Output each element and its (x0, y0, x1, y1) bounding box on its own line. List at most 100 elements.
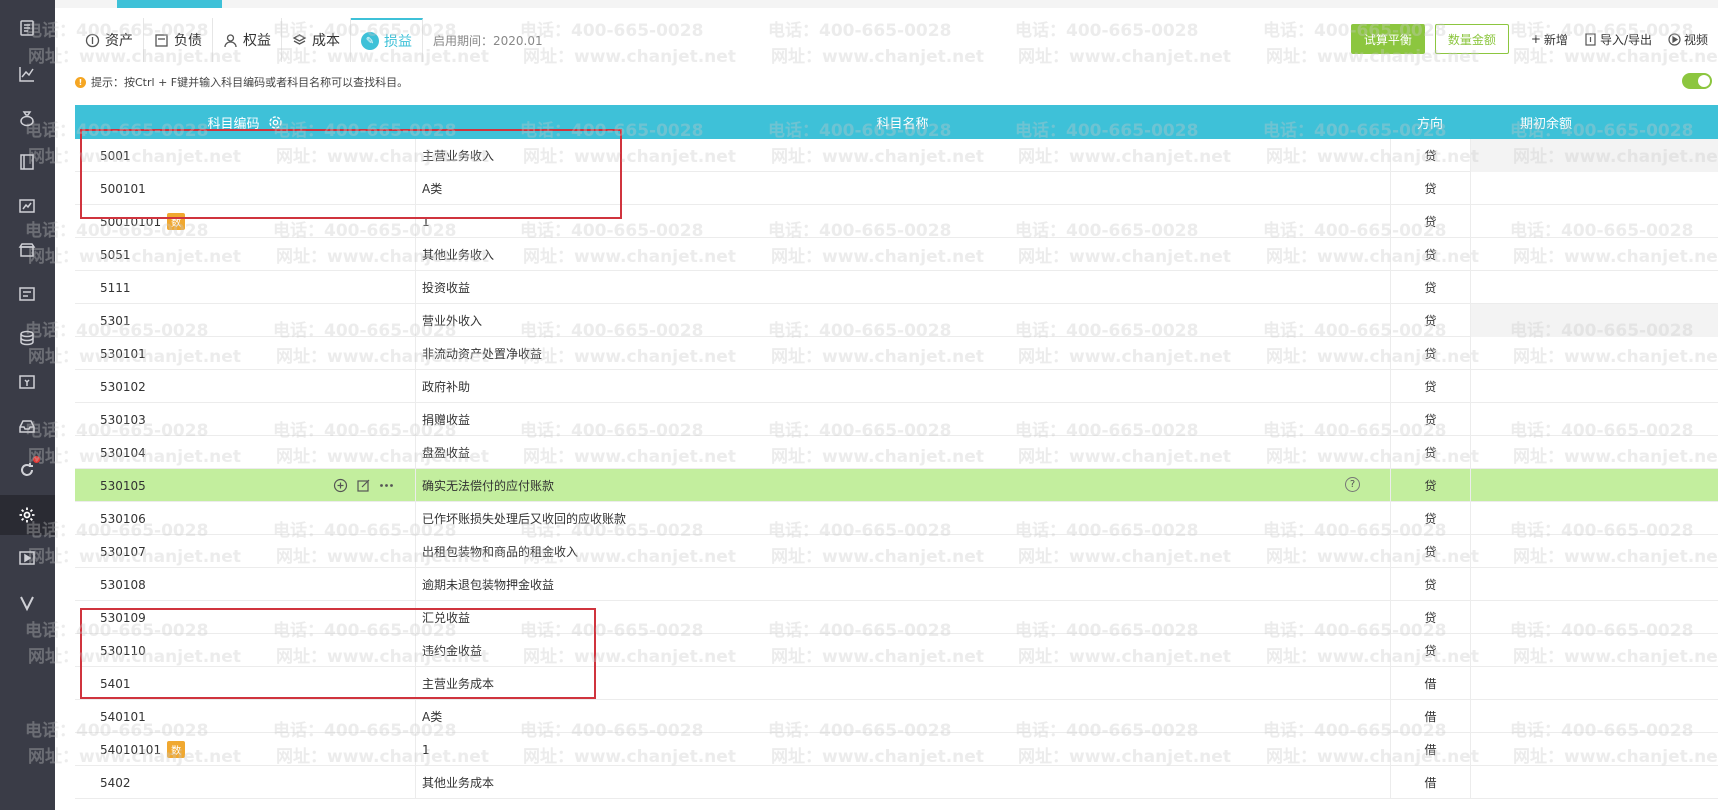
account-code-cell: 530103 (75, 403, 415, 436)
account-code-cell: 530102 (75, 370, 415, 403)
invoice-icon[interactable] (16, 283, 38, 305)
tab-liability[interactable]: 负债 (144, 18, 213, 62)
settings-icon[interactable] (16, 504, 38, 526)
opening-balance-cell[interactable] (1470, 469, 1718, 502)
table-row[interactable]: 530108 逾期未退包装物押金收益贷 (75, 568, 1718, 601)
cashflow-icon[interactable] (16, 371, 38, 393)
opening-balance-cell[interactable] (1470, 304, 1718, 337)
opening-balance-cell[interactable] (1470, 700, 1718, 733)
account-code-cell: 54010101 数 (75, 733, 415, 766)
watermark-phone: 电话：400-665-0028 (520, 21, 704, 41)
balance-direction: 贷 (1390, 469, 1470, 502)
coins-icon[interactable] (16, 327, 38, 349)
quantity-badge: 数 (167, 741, 186, 758)
profit-loss-icon: ✎ (361, 32, 379, 50)
opening-balance-cell[interactable] (1470, 370, 1718, 403)
tab-profit-loss[interactable]: ✎ 损益 (351, 18, 423, 62)
balance-direction: 贷 (1390, 634, 1470, 667)
balance-direction: 贷 (1390, 436, 1470, 469)
opening-balance-cell[interactable] (1470, 535, 1718, 568)
watermark-phone: 电话：400-665-0028 (1015, 21, 1199, 41)
table-row[interactable]: 530106 已作坏账损失处理后又收回的应收账款贷 (75, 502, 1718, 535)
store-icon[interactable] (16, 239, 38, 261)
balance-direction: 借 (1390, 733, 1470, 766)
balance-direction: 借 (1390, 766, 1470, 799)
account-code-cell: 530104 (75, 436, 415, 469)
table-row[interactable]: 540101 A类借 (75, 700, 1718, 733)
tab-label: 成本 (312, 33, 340, 49)
account-code-cell: 5402 (75, 766, 415, 799)
help-icon[interactable]: ? (1345, 477, 1360, 492)
table-row[interactable]: 530103 捐赠收益贷 (75, 403, 1718, 436)
opening-balance-cell[interactable] (1470, 502, 1718, 535)
balance-direction: 贷 (1390, 172, 1470, 205)
import-export-label: 导入/导出 (1599, 32, 1652, 47)
tab-equity[interactable]: 权益 (213, 18, 282, 62)
account-code-cell: 530107 (75, 535, 415, 568)
table-row[interactable]: 530101 非流动资产处置净收益贷 (75, 337, 1718, 370)
row-actions (333, 469, 394, 502)
equity-icon (224, 33, 237, 47)
table-row[interactable]: 530107 出租包装物和商品的租金收入贷 (75, 535, 1718, 568)
add-button[interactable]: + 新增 (1531, 31, 1568, 48)
table-row[interactable]: 530104 盘盈收益贷 (75, 436, 1718, 469)
account-code-cell: 540101 (75, 700, 415, 733)
quantity-amount-button[interactable]: 数量金额 (1434, 24, 1509, 54)
voucher-icon[interactable] (16, 17, 38, 39)
account-code-cell: 530106 (75, 502, 415, 535)
tab-cost[interactable]: 成本 (282, 18, 351, 62)
opening-balance-cell[interactable] (1470, 139, 1718, 172)
account-code: 530103 (100, 412, 146, 427)
inbox-icon[interactable] (16, 415, 38, 437)
play-icon[interactable] (16, 547, 38, 569)
opening-balance-cell[interactable] (1470, 271, 1718, 304)
account-code: 530102 (100, 379, 146, 394)
opening-balance-cell[interactable] (1470, 601, 1718, 634)
opening-balance-cell[interactable] (1470, 205, 1718, 238)
table-row[interactable]: 530105 确实无法偿付的应付账款? 贷 (75, 469, 1718, 502)
tab-label: 权益 (243, 33, 271, 49)
table-row[interactable]: 530102 政府补助贷 (75, 370, 1718, 403)
opening-balance-cell[interactable] (1470, 733, 1718, 766)
import-export-button[interactable]: 导入/导出 (1584, 31, 1652, 48)
video-button[interactable]: 视频 (1668, 31, 1708, 48)
account-code: 540101 (100, 709, 146, 724)
watermark-site: 网址：www.chanjet.net (523, 47, 736, 67)
opening-balance-cell[interactable] (1470, 238, 1718, 271)
opening-balance-cell[interactable] (1470, 667, 1718, 700)
toolbar: 试算平衡 数量金额 + 新增 导入/导出 视频 (1350, 24, 1708, 54)
account-name: 已作坏账损失处理后又收回的应收账款 (415, 502, 1390, 535)
more-icon[interactable] (379, 478, 394, 493)
account-code: 530108 (100, 577, 146, 592)
balance-direction: 贷 (1390, 370, 1470, 403)
opening-balance-cell[interactable] (1470, 337, 1718, 370)
add-circle-icon[interactable] (333, 478, 348, 493)
balance-direction: 贷 (1390, 139, 1470, 172)
ledger-icon[interactable] (16, 151, 38, 173)
opening-balance-cell[interactable] (1470, 568, 1718, 601)
trial-balance-button[interactable]: 试算平衡 (1350, 24, 1425, 54)
table-row[interactable]: 54010101 数 1 借 (75, 733, 1718, 766)
table-row[interactable]: 5402 其他业务成本借 (75, 766, 1718, 799)
account-code: 5402 (100, 775, 131, 790)
tab-asset[interactable]: 资产 (75, 18, 144, 62)
balance-direction: 贷 (1390, 205, 1470, 238)
edit-icon[interactable] (356, 478, 371, 493)
opening-balance-cell[interactable] (1470, 436, 1718, 469)
opening-balance-cell[interactable] (1470, 172, 1718, 205)
account-name: 逾期未退包装物押金收益 (415, 568, 1390, 601)
opening-balance-cell[interactable] (1470, 403, 1718, 436)
watermark-site: 网址：www.chanjet.net (1018, 47, 1231, 67)
column-settings-icon[interactable] (268, 115, 283, 130)
balance-direction: 贷 (1390, 535, 1470, 568)
opening-balance-cell[interactable] (1470, 766, 1718, 799)
table-row[interactable]: 5301 营业外收入贷 (75, 304, 1718, 337)
display-toggle[interactable] (1682, 73, 1712, 89)
opening-balance-cell[interactable] (1470, 634, 1718, 667)
chart-icon[interactable] (16, 63, 38, 85)
table-row[interactable]: 5051 其他业务收入贷 (75, 238, 1718, 271)
money-bag-icon[interactable] (16, 107, 38, 129)
balance-direction: 贷 (1390, 502, 1470, 535)
table-row[interactable]: 5111 投资收益贷 (75, 271, 1718, 304)
report-icon[interactable] (16, 195, 38, 217)
